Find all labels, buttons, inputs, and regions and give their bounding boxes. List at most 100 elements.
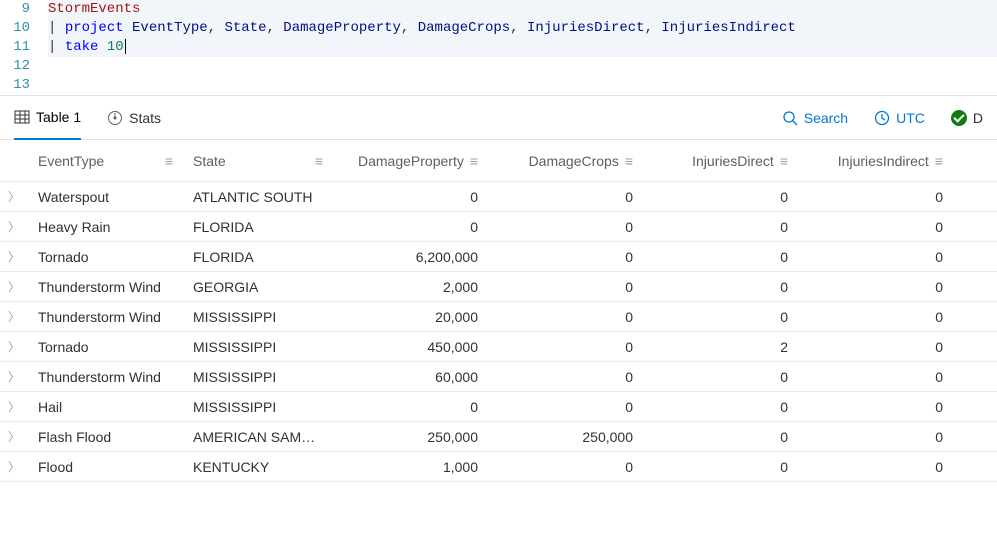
token-column: InjuriesIndirect [661, 20, 795, 36]
cell-injuriesdirect: 0 [643, 189, 798, 205]
table-row[interactable]: 〉Thunderstorm WindMISSISSIPPI20,000000 [0, 302, 997, 332]
cell-injuriesdirect: 0 [643, 459, 798, 475]
search-button[interactable]: Search [782, 110, 848, 126]
chevron-right-icon[interactable]: 〉 [8, 188, 20, 205]
cell-injuriesdirect: 0 [643, 249, 798, 265]
tab-stats[interactable]: Stats [107, 96, 161, 139]
cell-eventtype: Thunderstorm Wind [28, 279, 183, 295]
cell-damagecrops: 250,000 [488, 429, 643, 445]
cell-damagecrops: 0 [488, 459, 643, 475]
line-number: 10 [0, 19, 48, 38]
line-number: 11 [0, 38, 48, 57]
results-grid: EventType ≡ State ≡ DamageProperty ≡ Dam… [0, 140, 997, 482]
cell-state: GEORGIA [183, 279, 333, 295]
code-line[interactable]: 9 StormEvents [0, 0, 997, 19]
col-header-eventtype[interactable]: EventType ≡ [28, 153, 183, 169]
token-column: State [224, 20, 266, 36]
cell-damageproperty: 0 [333, 219, 488, 235]
token-table: StormEvents [48, 1, 140, 17]
grid-header: EventType ≡ State ≡ DamageProperty ≡ Dam… [0, 140, 997, 182]
cell-eventtype: Flash Flood [28, 429, 183, 445]
column-menu-icon[interactable]: ≡ [315, 154, 323, 168]
cell-eventtype: Thunderstorm Wind [28, 369, 183, 385]
token-number: 10 [107, 39, 124, 55]
col-header-state[interactable]: State ≡ [183, 153, 333, 169]
column-menu-icon[interactable]: ≡ [470, 154, 478, 168]
col-header-injuriesindirect[interactable]: InjuriesIndirect ≡ [798, 153, 953, 169]
token-operator: project [65, 20, 124, 36]
cell-damagecrops: 0 [488, 249, 643, 265]
chevron-right-icon[interactable]: 〉 [8, 218, 20, 235]
tab-label: Table 1 [36, 109, 81, 125]
chevron-right-icon[interactable]: 〉 [8, 428, 20, 445]
col-header-damageproperty[interactable]: DamageProperty ≡ [333, 153, 488, 169]
search-label: Search [804, 110, 848, 126]
chevron-right-icon[interactable]: 〉 [8, 458, 20, 475]
table-row[interactable]: 〉TornadoMISSISSIPPI450,000020 [0, 332, 997, 362]
tab-table[interactable]: Table 1 [14, 97, 81, 140]
cell-damageproperty: 0 [333, 189, 488, 205]
cell-injuriesdirect: 2 [643, 339, 798, 355]
table-row[interactable]: 〉Thunderstorm WindMISSISSIPPI60,000000 [0, 362, 997, 392]
table-row[interactable]: 〉TornadoFLORIDA6,200,000000 [0, 242, 997, 272]
status-done: D [951, 110, 983, 126]
chevron-right-icon[interactable]: 〉 [8, 368, 20, 385]
chevron-right-icon[interactable]: 〉 [8, 278, 20, 295]
column-menu-icon[interactable]: ≡ [935, 154, 943, 168]
column-menu-icon[interactable]: ≡ [780, 154, 788, 168]
token-column: DamageProperty [283, 20, 401, 36]
cell-injuriesindirect: 0 [798, 369, 953, 385]
table-row[interactable]: 〉Heavy RainFLORIDA0000 [0, 212, 997, 242]
column-menu-icon[interactable]: ≡ [165, 154, 173, 168]
cell-damageproperty: 1,000 [333, 459, 488, 475]
cell-damageproperty: 250,000 [333, 429, 488, 445]
code-line[interactable]: 11 | take 10 [0, 38, 997, 57]
cell-state: MISSISSIPPI [183, 399, 333, 415]
cell-damageproperty: 2,000 [333, 279, 488, 295]
token-pipe: | [48, 39, 56, 55]
table-row[interactable]: 〉Thunderstorm WindGEORGIA2,000000 [0, 272, 997, 302]
stats-icon [107, 110, 123, 126]
cell-state: MISSISSIPPI [183, 369, 333, 385]
chevron-right-icon[interactable]: 〉 [8, 338, 20, 355]
check-circle-icon [951, 110, 967, 126]
token-column: DamageCrops [418, 20, 510, 36]
line-number: 9 [0, 0, 48, 19]
cell-state: ATLANTIC SOUTH [183, 189, 333, 205]
clock-icon [874, 110, 890, 126]
chevron-right-icon[interactable]: 〉 [8, 248, 20, 265]
cell-damageproperty: 0 [333, 399, 488, 415]
token-column: EventType [132, 20, 208, 36]
code-line[interactable]: 12 [0, 57, 997, 76]
cell-damagecrops: 0 [488, 219, 643, 235]
cell-eventtype: Tornado [28, 339, 183, 355]
cell-injuriesindirect: 0 [798, 309, 953, 325]
column-menu-icon[interactable]: ≡ [625, 154, 633, 168]
cell-state: AMERICAN SAM… [183, 429, 333, 445]
col-header-damagecrops[interactable]: DamageCrops ≡ [488, 153, 643, 169]
cell-injuriesindirect: 0 [798, 249, 953, 265]
code-line[interactable]: 13 [0, 76, 997, 95]
cell-damagecrops: 0 [488, 399, 643, 415]
cell-injuriesindirect: 0 [798, 189, 953, 205]
cell-damagecrops: 0 [488, 189, 643, 205]
table-row[interactable]: 〉FloodKENTUCKY1,000000 [0, 452, 997, 482]
col-header-injuriesdirect[interactable]: InjuriesDirect ≡ [643, 153, 798, 169]
cell-eventtype: Flood [28, 459, 183, 475]
table-row[interactable]: 〉HailMISSISSIPPI0000 [0, 392, 997, 422]
token-column: InjuriesDirect [527, 20, 645, 36]
cell-eventtype: Hail [28, 399, 183, 415]
timezone-button[interactable]: UTC [874, 110, 925, 126]
cell-eventtype: Thunderstorm Wind [28, 309, 183, 325]
timezone-label: UTC [896, 110, 925, 126]
token-operator: take [65, 39, 99, 55]
table-row[interactable]: 〉WaterspoutATLANTIC SOUTH0000 [0, 182, 997, 212]
cell-eventtype: Tornado [28, 249, 183, 265]
table-row[interactable]: 〉Flash FloodAMERICAN SAM…250,000250,0000… [0, 422, 997, 452]
chevron-right-icon[interactable]: 〉 [8, 398, 20, 415]
code-line[interactable]: 10 | project EventType, State, DamagePro… [0, 19, 997, 38]
query-editor[interactable]: 9 StormEvents 10 | project EventType, St… [0, 0, 997, 96]
chevron-right-icon[interactable]: 〉 [8, 308, 20, 325]
cell-damageproperty: 60,000 [333, 369, 488, 385]
cell-damageproperty: 6,200,000 [333, 249, 488, 265]
